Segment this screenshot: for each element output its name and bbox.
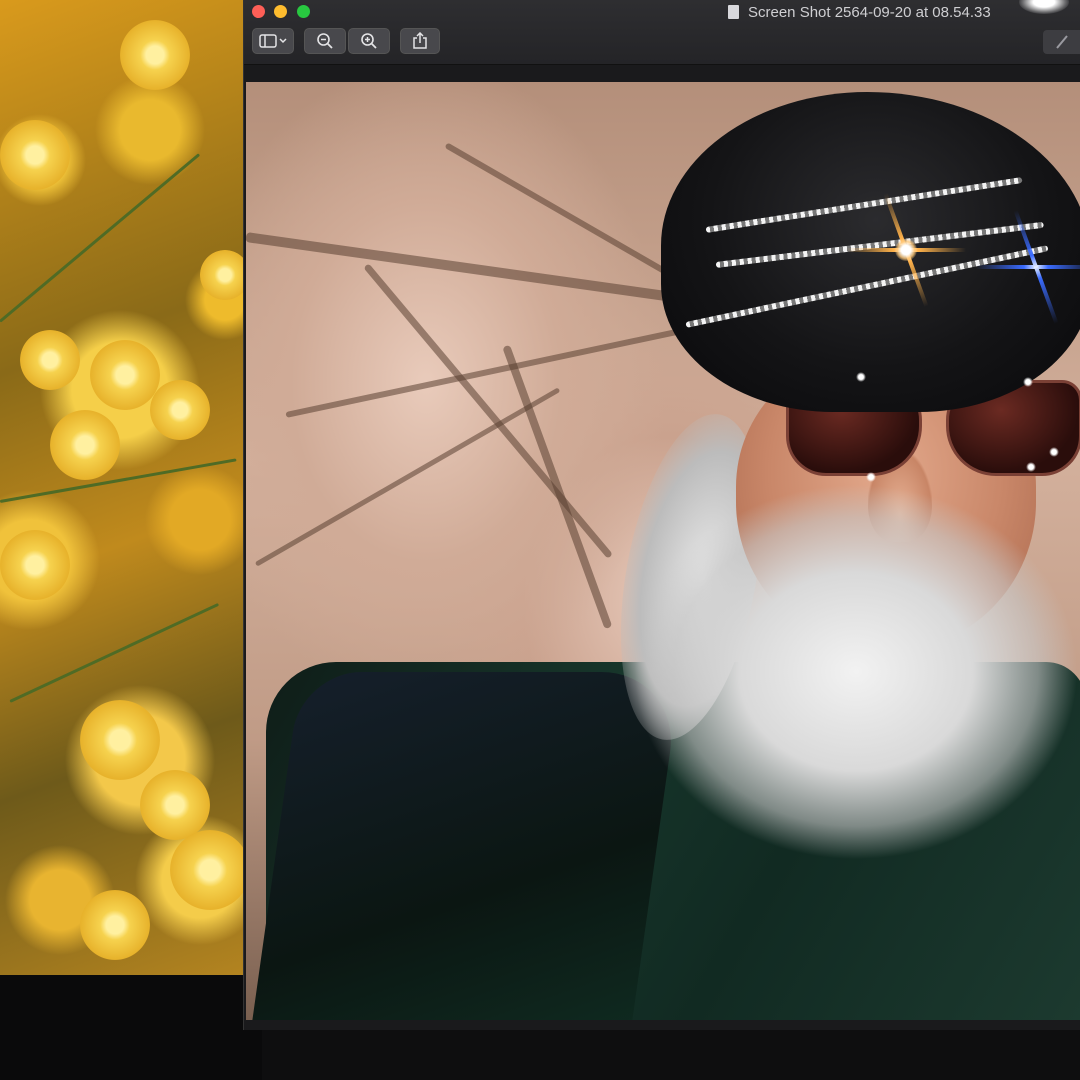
white-beard: [496, 442, 1080, 902]
flower-blossom: [140, 770, 210, 840]
flower-stem: [9, 602, 220, 703]
window-title: Screen Shot 2564-09-20 at 08.54.33: [748, 4, 991, 21]
markup-button[interactable]: [1043, 30, 1080, 54]
minimize-button[interactable]: [274, 5, 287, 18]
zoom-out-button[interactable]: [304, 28, 346, 54]
glint: [866, 472, 876, 482]
zoom-out-icon: [317, 33, 333, 49]
glint: [1023, 377, 1033, 387]
branch-shadow: [285, 324, 698, 418]
desk-background: [0, 975, 262, 1080]
sidebar-toggle-button[interactable]: [252, 28, 294, 54]
glint: [856, 372, 866, 382]
starburst-core: [895, 239, 917, 261]
flower-blossom: [150, 380, 210, 440]
sidebar-icon: [259, 34, 287, 48]
flower-blossom: [120, 20, 190, 90]
maximize-button[interactable]: [297, 5, 310, 18]
flower-blossom: [170, 830, 250, 910]
flower-stem: [0, 458, 237, 503]
flower-blossom: [20, 330, 80, 390]
flower-blossom: [80, 890, 150, 960]
share-button[interactable]: [400, 28, 440, 54]
flower-blossom: [50, 410, 120, 480]
glint: [1049, 447, 1059, 457]
preview-image[interactable]: [246, 82, 1080, 1020]
markup-icon: [1056, 35, 1068, 49]
zoom-in-button[interactable]: [348, 28, 390, 54]
zoom-in-icon: [361, 33, 377, 49]
glint: [1026, 462, 1036, 472]
document-icon: [728, 5, 739, 19]
flower-blossom: [90, 340, 160, 410]
window-titlebar[interactable]: Screen Shot 2564-09-20 at 08.54.33: [244, 0, 1080, 65]
preview-window[interactable]: Screen Shot 2564-09-20 at 08.54.33: [243, 0, 1080, 1030]
screen-glare: [1019, 0, 1069, 14]
flower-blossom: [0, 530, 70, 600]
desktop-wallpaper: [0, 0, 262, 975]
close-button[interactable]: [252, 5, 265, 18]
share-icon: [413, 32, 427, 49]
flower-blossom: [0, 120, 70, 190]
flower-blossom: [80, 700, 160, 780]
